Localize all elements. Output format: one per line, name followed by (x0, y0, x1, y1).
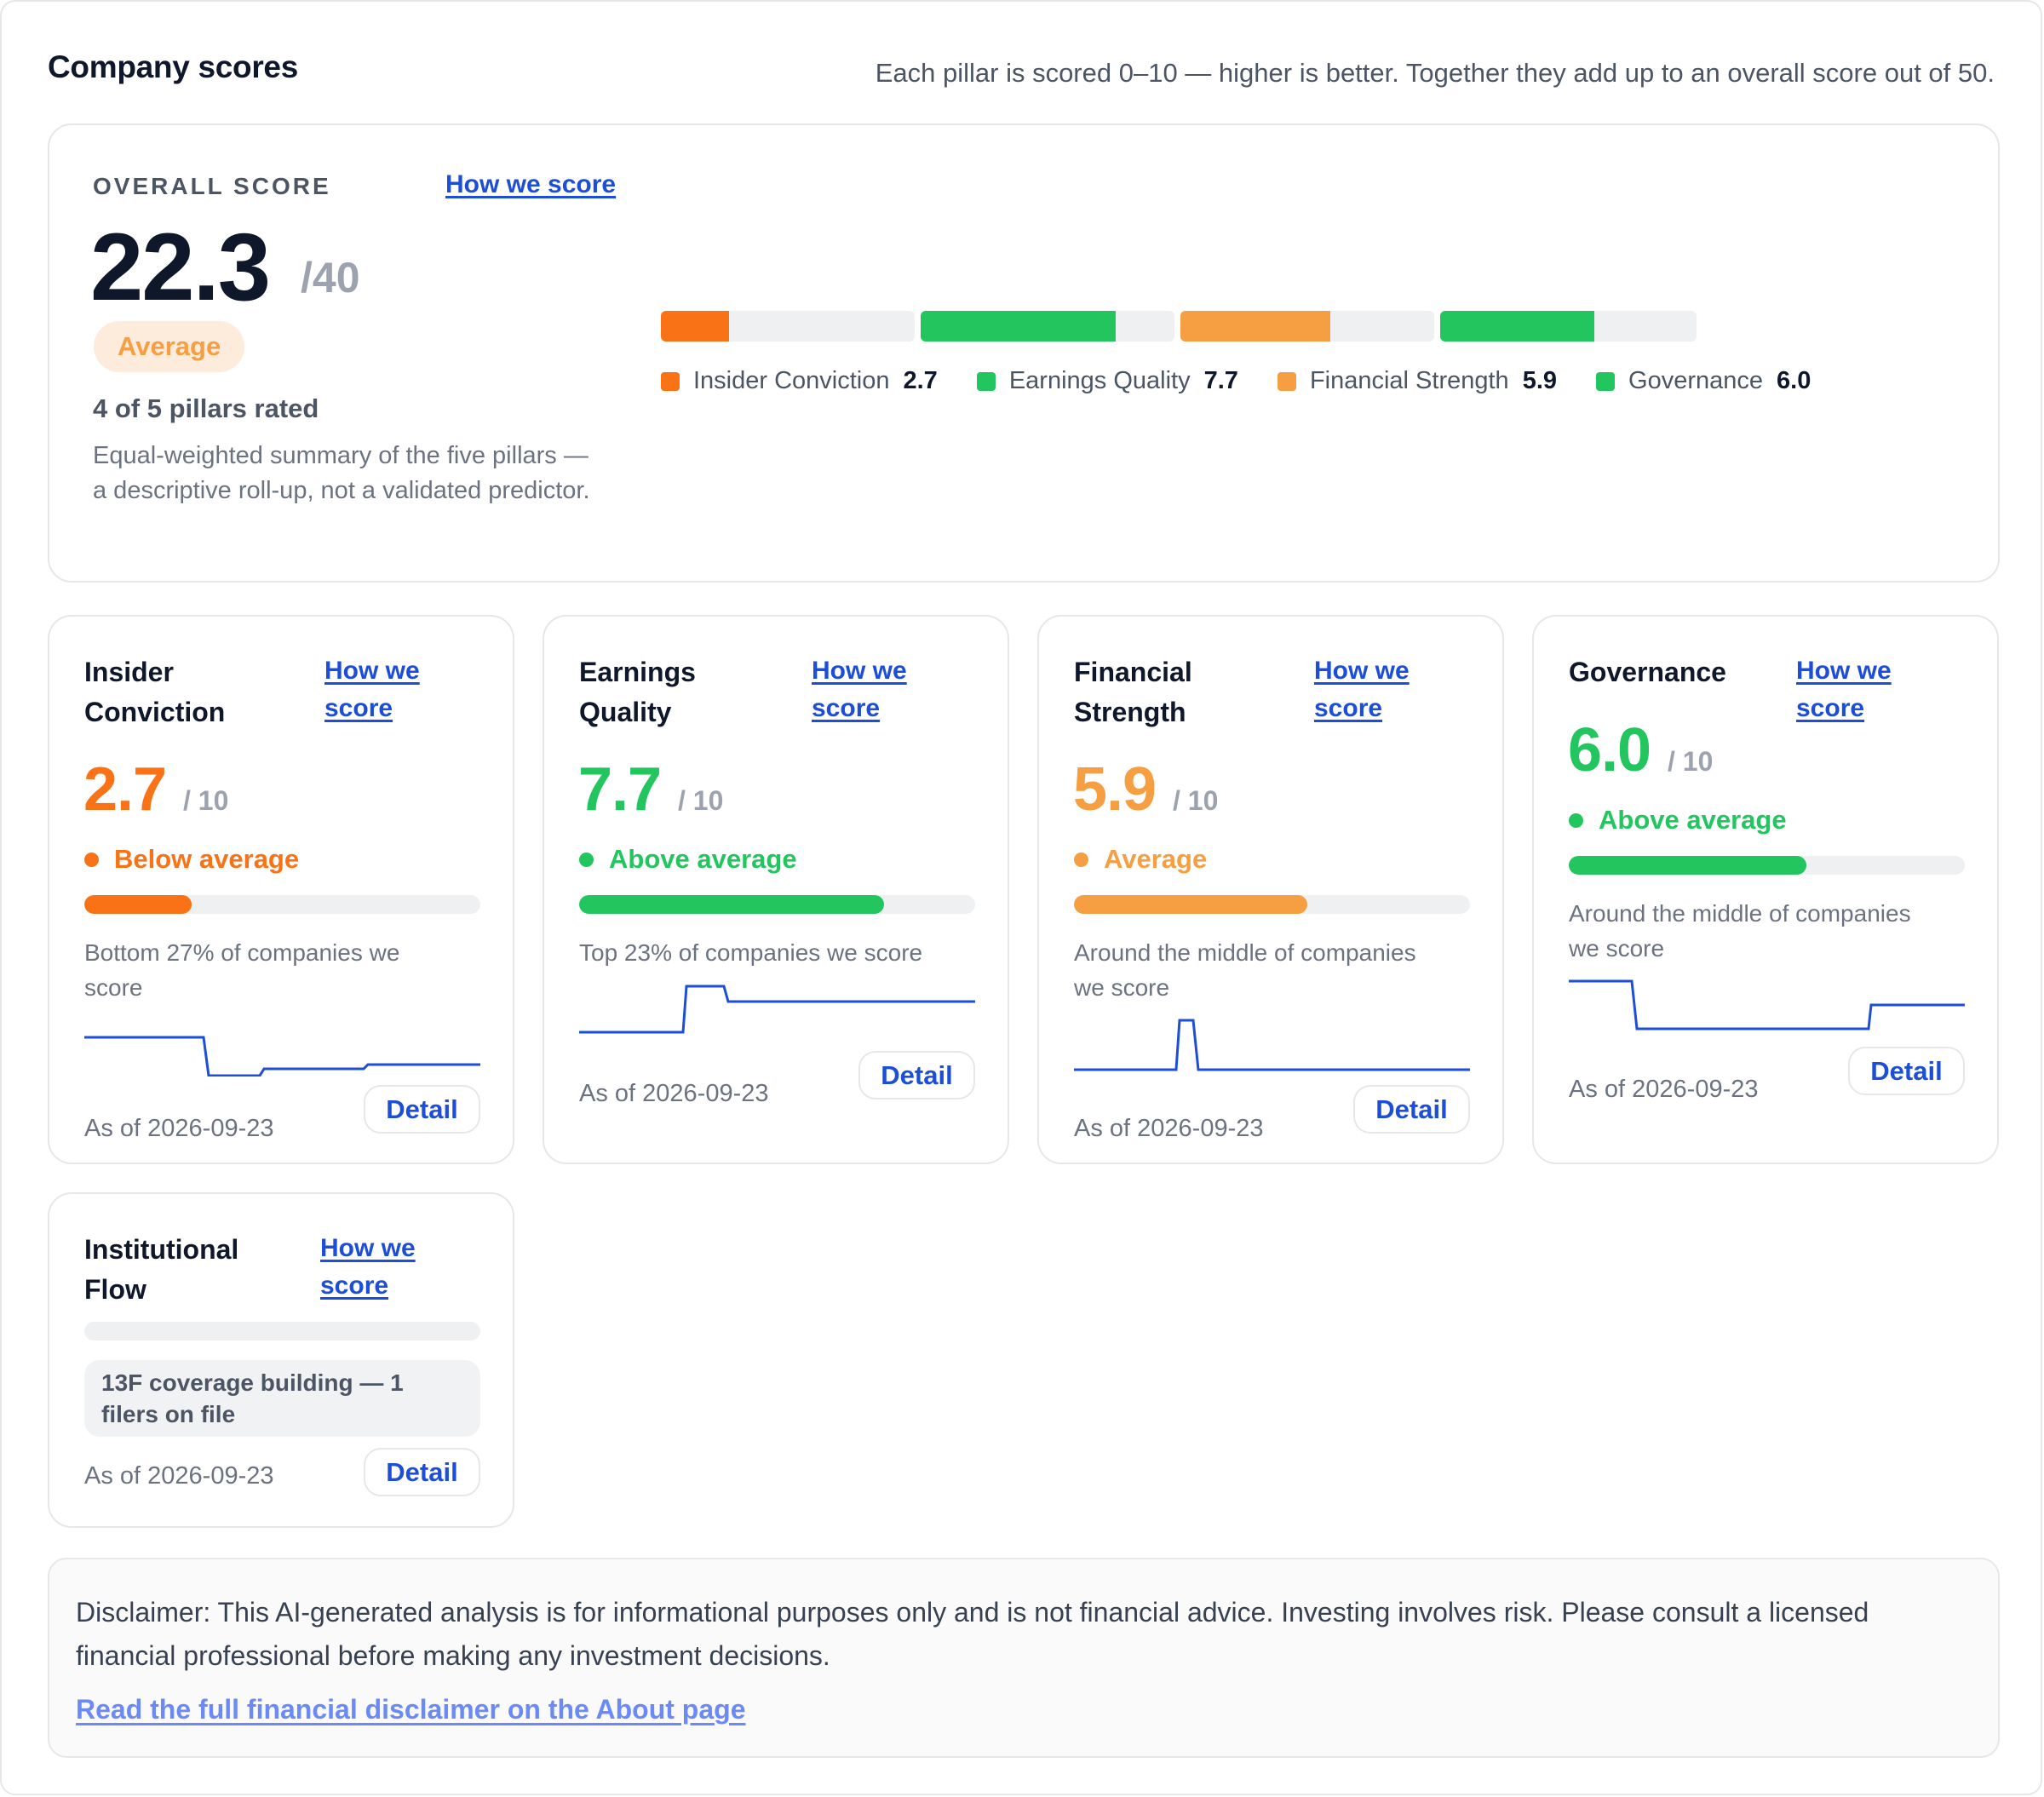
stack-segment-financial-strength (1180, 311, 1434, 342)
legend-value: 7.7 (1203, 367, 1238, 394)
pillar-percentile: Around the middle of companies we score (1569, 900, 1911, 962)
pillar-score: 7.7 (578, 755, 662, 824)
pillar-card-earnings-quality: Earnings Quality How we score 7.7 / 10 A… (543, 615, 1009, 1164)
status-badge: Average (94, 321, 245, 372)
pillar-rating-label: Average (1104, 844, 1208, 874)
legend-label: Earnings Quality (1008, 367, 1191, 394)
pillar-score-max: / 10 (1668, 746, 1714, 777)
legend-item: Governance 6.0 (1596, 367, 1811, 395)
scores-panel: Company scores Each pillar is scored 0–1… (0, 0, 2042, 1795)
pillar-score: 6.0 (1568, 716, 1651, 784)
rating-dot (84, 852, 99, 867)
legend-value: 2.7 (903, 367, 938, 394)
pillar-stack-bar (661, 311, 1697, 342)
pillar-score: 5.9 (1073, 755, 1157, 824)
detail-button[interactable]: Detail (364, 1085, 480, 1134)
pillar-card-insider-conviction: Insider Conviction How we score 2.7 / 10… (48, 615, 514, 1164)
stack-segment-governance (1440, 311, 1697, 342)
pillar-title: Financial Strength (1074, 657, 1192, 727)
legend-swatch (1596, 371, 1616, 391)
overall-score-note: Equal-weighted summary of the five pilla… (93, 442, 590, 504)
overall-score-value: 22.3 (90, 214, 271, 320)
legend-label: Financial Strength (1309, 367, 1509, 394)
pillar-progress-bar (1074, 895, 1470, 914)
stack-legend: Insider Conviction 2.7 Earnings Quality … (661, 367, 1811, 395)
as-of-date: As of 2026-09-23 (84, 1115, 274, 1142)
overall-score-label: OVERALL SCORE (93, 173, 331, 199)
pillar-card-financial-strength: Financial Strength How we score 5.9 / 10… (1037, 615, 1504, 1164)
legend-swatch (661, 371, 680, 391)
legend-swatch (1277, 371, 1296, 391)
overall-score-card: OVERALL SCORE How we score 22.3 /40 Aver… (48, 123, 2000, 583)
pillar-rating-label: Above average (1599, 805, 1787, 835)
pillar-card-institutional-flow: Institutional Flow How we score 13F cove… (48, 1192, 514, 1528)
as-of-date: As of 2026-09-23 (579, 1080, 769, 1107)
pillar-score-max: / 10 (678, 785, 724, 816)
legend-item: Financial Strength 5.9 (1277, 367, 1558, 395)
rating-dot (1074, 852, 1088, 867)
pillar-rating: Above average (1569, 805, 1787, 835)
stack-segment-insider-conviction (661, 311, 915, 342)
coverage-note: 13F coverage building — 1 filers on file (84, 1360, 480, 1437)
as-of-date: As of 2026-09-23 (1074, 1115, 1264, 1142)
pillar-sparkline (579, 985, 975, 1034)
how-we-score-link[interactable]: How we score (1314, 652, 1433, 727)
pillar-sparkline (1569, 979, 1965, 1031)
pillar-rating-label: Below average (114, 844, 300, 874)
rating-dot (579, 852, 594, 867)
page-subtitle: Each pillar is scored 0–10 — higher is b… (875, 58, 1995, 88)
legend-swatch (976, 371, 996, 391)
pillar-progress-bar (84, 1322, 480, 1341)
pillar-rating-label: Above average (609, 844, 797, 874)
how-we-score-link[interactable]: How we score (812, 652, 931, 727)
pillar-card-governance: Governance How we score 6.0 / 10 Above a… (1532, 615, 1999, 1164)
pillar-title: Institutional Flow (84, 1234, 239, 1305)
rating-dot (1569, 812, 1583, 828)
pillar-percentile: Top 23% of companies we score (579, 939, 923, 966)
disclaimer-box: Disclaimer: This AI-generated analysis i… (48, 1558, 2000, 1758)
pillar-progress-bar (1569, 856, 1965, 875)
legend-item: Insider Conviction 2.7 (661, 367, 938, 395)
detail-button[interactable]: Detail (1848, 1047, 1965, 1095)
as-of-date: As of 2026-09-23 (1569, 1076, 1759, 1103)
page-title: Company scores (48, 49, 298, 84)
disclaimer-text: Disclaimer: This AI-generated analysis i… (76, 1597, 1869, 1671)
stack-segment-earnings-quality (921, 311, 1174, 342)
pillar-score-max: / 10 (1173, 785, 1219, 816)
detail-button[interactable]: Detail (1353, 1085, 1470, 1134)
pillar-rating: Above average (579, 844, 797, 875)
pillar-title: Insider Conviction (84, 657, 226, 727)
pillar-sparkline (1074, 1019, 1470, 1071)
how-we-score-link[interactable]: How we score (324, 652, 444, 727)
pillar-title: Earnings Quality (579, 657, 696, 727)
pillar-rating: Average (1074, 844, 1207, 875)
pillar-sparkline (84, 1036, 480, 1076)
disclaimer-link[interactable]: Read the full financial disclaimer on th… (76, 1694, 745, 1725)
how-we-score-link[interactable]: How we score (1796, 652, 1949, 727)
legend-value: 6.0 (1777, 367, 1811, 394)
detail-button[interactable]: Detail (858, 1051, 975, 1099)
pillar-progress-bar (579, 895, 975, 914)
pillar-score: 2.7 (83, 755, 167, 824)
how-we-score-link[interactable]: How we score (445, 170, 616, 199)
pillar-progress-bar (84, 895, 480, 914)
legend-value: 5.9 (1522, 367, 1558, 394)
legend-label: Insider Conviction (693, 367, 890, 394)
overall-score-max: /40 (301, 254, 360, 301)
pillar-title: Governance (1569, 657, 1726, 687)
pillar-percentile: Bottom 27% of companies we score (84, 939, 400, 1001)
how-we-score-link[interactable]: How we score (320, 1230, 439, 1305)
pillar-rating: Below average (84, 844, 299, 875)
legend-label: Governance (1628, 367, 1764, 394)
pillar-score-max: / 10 (183, 785, 229, 816)
detail-button[interactable]: Detail (364, 1448, 480, 1496)
legend-item: Earnings Quality 7.7 (976, 367, 1238, 395)
as-of-date: As of 2026-09-23 (84, 1462, 274, 1490)
pillars-rated-count: 4 of 5 pillars rated (93, 393, 319, 423)
pillar-percentile: Around the middle of companies we score (1074, 939, 1416, 1001)
